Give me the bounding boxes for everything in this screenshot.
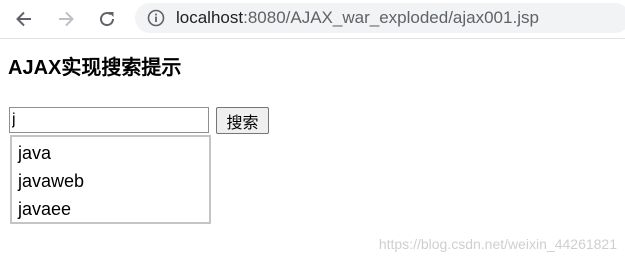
- search-input[interactable]: [9, 107, 209, 133]
- reload-button[interactable]: [95, 7, 119, 31]
- browser-toolbar: localhost:8080/AJAX_war_exploded/ajax001…: [0, 0, 625, 39]
- forward-button[interactable]: [54, 7, 78, 31]
- arrow-left-icon: [16, 11, 31, 27]
- watermark: https://blog.csdn.net/weixin_44261821: [378, 236, 617, 252]
- page-title: AJAX实现搜索提示: [8, 57, 182, 79]
- reload-icon: [100, 12, 115, 27]
- back-button[interactable]: [12, 7, 36, 31]
- search-button[interactable]: 搜索: [216, 107, 269, 134]
- suggestion-list: java javaweb javaee: [10, 135, 211, 224]
- url-path: :8080/AJAX_war_exploded/ajax001.jsp: [243, 8, 539, 27]
- arrow-right-icon: [59, 11, 74, 27]
- suggestion-item[interactable]: javaweb: [18, 170, 84, 192]
- info-icon[interactable]: [147, 9, 165, 27]
- suggestion-item[interactable]: javaee: [18, 198, 71, 220]
- url-host: localhost: [176, 8, 244, 27]
- address-bar[interactable]: localhost:8080/AJAX_war_exploded/ajax001…: [135, 3, 625, 33]
- url-text[interactable]: localhost:8080/AJAX_war_exploded/ajax001…: [176, 8, 539, 28]
- suggestion-item[interactable]: java: [18, 142, 51, 164]
